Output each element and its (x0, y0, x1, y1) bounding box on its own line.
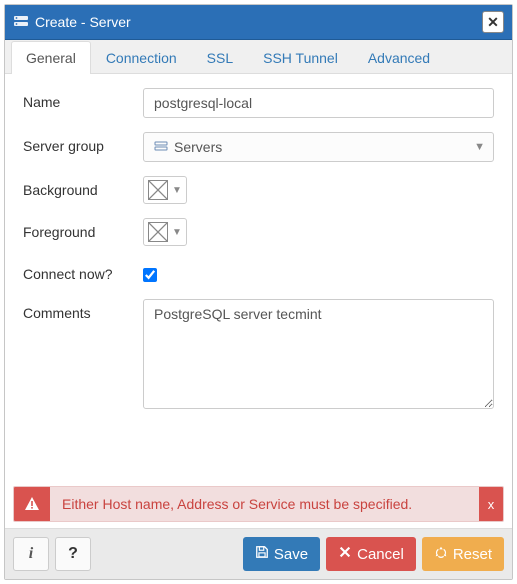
row-server-group: Server group Servers ▼ (23, 132, 494, 162)
server-icon (13, 14, 29, 30)
row-name: Name (23, 88, 494, 118)
server-group-select[interactable]: Servers ▼ (143, 132, 494, 162)
save-button[interactable]: Save (243, 537, 320, 571)
row-foreground: Foreground ▼ (23, 218, 494, 246)
close-icon: ✕ (487, 14, 499, 31)
create-server-dialog: Create - Server ✕ General Connection SSL… (4, 4, 513, 580)
recycle-icon (434, 545, 448, 563)
tab-connection[interactable]: Connection (91, 41, 192, 74)
reset-label: Reset (453, 546, 492, 563)
chevron-down-icon: ▼ (474, 141, 485, 153)
dialog-title: Create - Server (35, 14, 476, 30)
cancel-label: Cancel (357, 546, 404, 563)
form-body: Name Server group Servers ▼ Background (5, 74, 512, 486)
name-input[interactable] (143, 88, 494, 118)
label-server-group: Server group (23, 132, 143, 154)
servers-icon (154, 140, 168, 154)
label-background: Background (23, 176, 143, 198)
no-color-icon (148, 222, 168, 242)
titlebar: Create - Server ✕ (5, 5, 512, 40)
tab-advanced[interactable]: Advanced (353, 41, 445, 74)
close-icon: x (488, 497, 495, 512)
chevron-down-icon: ▼ (172, 227, 182, 238)
alert-close-button[interactable]: x (479, 487, 503, 521)
tab-ssl[interactable]: SSL (192, 41, 248, 74)
comments-textarea[interactable]: PostgreSQL server tecmint (143, 299, 494, 409)
spacer (23, 426, 494, 476)
cancel-icon (338, 545, 352, 563)
connect-now-checkbox[interactable] (143, 268, 157, 282)
row-connect-now: Connect now? (23, 260, 494, 285)
server-group-value: Servers (174, 139, 222, 155)
tab-ssh-tunnel[interactable]: SSH Tunnel (248, 41, 353, 74)
warning-icon (14, 487, 50, 521)
background-color-picker[interactable]: ▼ (143, 176, 187, 204)
error-alert: Either Host name, Address or Service mus… (13, 486, 504, 522)
info-icon: i (29, 545, 33, 563)
alert-text: Either Host name, Address or Service mus… (50, 487, 479, 521)
foreground-color-picker[interactable]: ▼ (143, 218, 187, 246)
label-foreground: Foreground (23, 218, 143, 240)
chevron-down-icon: ▼ (172, 185, 182, 196)
tab-general[interactable]: General (11, 41, 91, 74)
row-comments: Comments PostgreSQL server tecmint (23, 299, 494, 412)
label-comments: Comments (23, 299, 143, 321)
no-color-icon (148, 180, 168, 200)
cancel-button[interactable]: Cancel (326, 537, 416, 571)
close-button[interactable]: ✕ (482, 11, 504, 33)
footer-bar: i ? Save Cancel Reset (5, 528, 512, 579)
save-label: Save (274, 546, 308, 563)
info-button[interactable]: i (13, 537, 49, 571)
row-background: Background ▼ (23, 176, 494, 204)
save-icon (255, 545, 269, 563)
help-icon: ? (68, 545, 78, 563)
reset-button[interactable]: Reset (422, 537, 504, 571)
help-button[interactable]: ? (55, 537, 91, 571)
label-connect-now: Connect now? (23, 260, 143, 282)
label-name: Name (23, 88, 143, 110)
tabs: General Connection SSL SSH Tunnel Advanc… (5, 40, 512, 74)
